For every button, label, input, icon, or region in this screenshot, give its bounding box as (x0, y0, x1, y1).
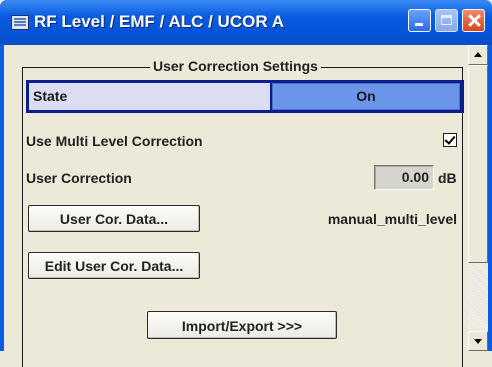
dialog-client-area: User Correction Settings State On Use Mu… (4, 45, 488, 367)
maximize-icon[interactable] (435, 9, 458, 32)
window-title: RF Level / EMF / ALC / UCOR A (34, 12, 284, 31)
settings-panel: User Correction Settings State On Use Mu… (4, 45, 468, 367)
multi-level-correction-label: Use Multi Level Correction (26, 133, 203, 149)
user-cor-data-filename: manual_multi_level (327, 211, 457, 227)
state-toggle-button[interactable]: On (272, 83, 460, 110)
scroll-up-icon[interactable] (468, 45, 488, 65)
user-correction-unit: dB (438, 170, 457, 186)
state-label: State (29, 83, 270, 110)
edit-user-cor-data-button[interactable]: Edit User Cor. Data... (28, 252, 200, 279)
scroll-down-icon[interactable] (468, 331, 488, 351)
user-cor-data-button[interactable]: User Cor. Data... (28, 205, 200, 232)
minimize-icon[interactable] (408, 9, 431, 32)
state-row[interactable]: State On (26, 80, 464, 113)
import-export-button[interactable]: Import/Export >>> (147, 311, 337, 339)
group-title: User Correction Settings (150, 58, 321, 74)
vertical-scrollbar[interactable] (468, 45, 488, 351)
app-icon[interactable] (11, 15, 29, 30)
title-bar[interactable]: RF Level / EMF / ALC / UCOR A (0, 0, 492, 45)
dialog-window: RF Level / EMF / ALC / UCOR A User Corre… (0, 0, 492, 367)
close-icon[interactable] (462, 9, 485, 32)
scrollbar-thumb[interactable] (468, 65, 488, 263)
user-correction-value-field: 0.00 (374, 165, 434, 190)
user-correction-label: User Correction (26, 170, 132, 186)
multi-level-correction-checkbox[interactable] (443, 133, 457, 147)
